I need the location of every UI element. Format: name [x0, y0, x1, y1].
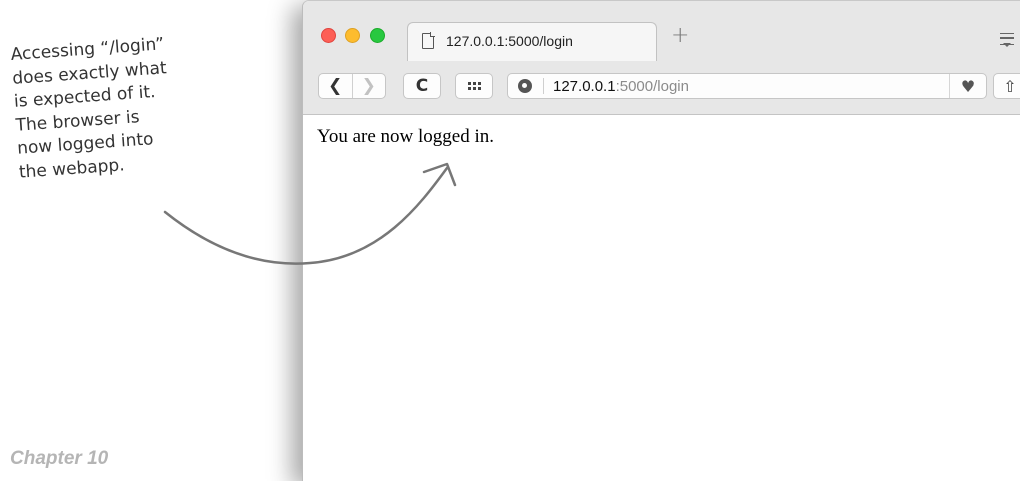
annotation-arrow	[163, 162, 457, 265]
arrow-head-inner	[429, 163, 448, 171]
arrow-curve	[163, 166, 449, 265]
